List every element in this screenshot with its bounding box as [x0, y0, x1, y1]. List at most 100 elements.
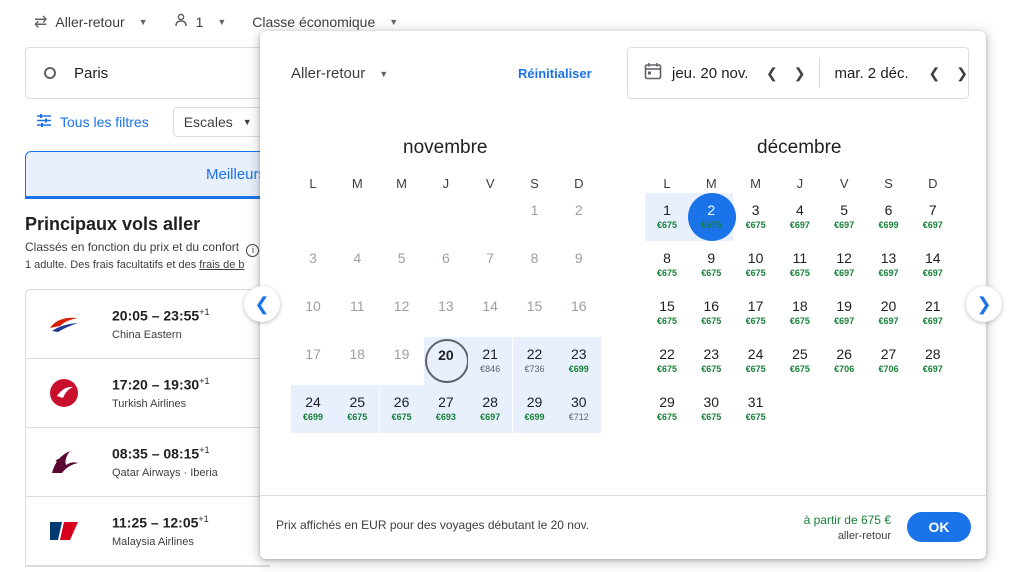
tab-best[interactable]: Meilleurs [25, 151, 285, 199]
calendar-day[interactable]: 9 [557, 241, 601, 289]
calendar-day[interactable]: 29 €675 [645, 385, 689, 433]
day-number: 4 [795, 202, 804, 218]
calendar-day[interactable]: 10 [291, 289, 335, 337]
calendar-day[interactable]: 7 [468, 241, 512, 289]
next-month-button[interactable]: ❯ [966, 286, 1002, 322]
calendar-day[interactable]: 13 [424, 289, 468, 337]
calendar-day[interactable]: 30 €675 [689, 385, 733, 433]
calendar-day[interactable]: 25 €675 [778, 337, 822, 385]
day-number: 15 [526, 298, 543, 314]
day-number: 12 [393, 298, 410, 314]
calendar-day[interactable]: 1 [513, 193, 557, 241]
calendar-day[interactable]: 8 [513, 241, 557, 289]
prev-month-button[interactable]: ❮ [244, 286, 280, 322]
calendar-day[interactable]: 27 €693 [423, 385, 468, 433]
calendar-day[interactable]: 13 €697 [867, 241, 911, 289]
calendar-day[interactable]: 17 €675 [734, 289, 778, 337]
ok-button[interactable]: OK [907, 512, 971, 542]
calendar-day[interactable]: 29 €699 [512, 385, 557, 433]
fees-link[interactable]: frais de b [199, 259, 244, 271]
day-price: €675 [701, 268, 722, 278]
calendar-day[interactable]: 31 €675 [734, 385, 778, 433]
day-price: €697 [922, 316, 943, 326]
trip-type-select[interactable]: ⇄ Aller-retour ▼ [34, 12, 148, 32]
calendar-day[interactable]: 28 €697 [911, 337, 955, 385]
origin-input[interactable]: Paris [25, 47, 275, 99]
departure-date-input[interactable]: jeu. 20 nov. [672, 65, 760, 82]
calendar-day[interactable]: 14 [468, 289, 512, 337]
calendar-day[interactable]: 17 [291, 337, 335, 385]
calendar-day[interactable]: 15 [513, 289, 557, 337]
calendar-day[interactable]: 1 €675 [645, 193, 689, 241]
dialog-trip-type-select[interactable]: Aller-retour ▼ [291, 65, 388, 82]
return-next-icon[interactable]: ❯ [956, 65, 968, 82]
calendar-day[interactable]: 15 €675 [645, 289, 689, 337]
cabin-class-select[interactable]: Classe économique ▼ [252, 14, 398, 30]
all-filters-button[interactable]: Tous les filtres [37, 114, 149, 130]
flight-row[interactable]: 20:05 – 23:55+1 China Eastern [26, 290, 270, 359]
calendar-day[interactable]: 10 €675 [734, 241, 778, 289]
calendar-day[interactable]: 27 €706 [867, 337, 911, 385]
calendar-day[interactable]: 26 €675 [379, 385, 424, 433]
reset-button[interactable]: Réinitialiser [518, 66, 592, 81]
day-price: €675 [656, 220, 678, 230]
calendar-day[interactable]: 21 €846 [468, 337, 513, 385]
calendar-day[interactable]: 16 €675 [689, 289, 733, 337]
departure-prev-icon[interactable]: ❮ [766, 65, 778, 82]
calendar-day[interactable]: 14 €697 [911, 241, 955, 289]
calendar-day[interactable]: 24 €699 [291, 385, 335, 433]
price-from: à partir de 675 € [803, 513, 891, 527]
day-price: €846 [480, 364, 501, 374]
day-number: 23 [703, 346, 720, 362]
calendar-day[interactable]: 11 [335, 289, 379, 337]
day-price: €675 [789, 364, 810, 374]
calendar-day[interactable]: 12 €697 [822, 241, 866, 289]
day-number: 16 [703, 298, 720, 314]
calendar-day[interactable]: 24 €675 [734, 337, 778, 385]
calendar-day[interactable]: 3 €675 [734, 193, 778, 241]
calendar-day[interactable]: 18 [335, 337, 379, 385]
calendar-day[interactable]: 3 [291, 241, 335, 289]
calendar-day[interactable]: 23 €699 [556, 337, 601, 385]
calendar-day[interactable]: 16 [557, 289, 601, 337]
info-icon[interactable]: i [246, 244, 260, 257]
calendar-day[interactable]: 28 €697 [468, 385, 513, 433]
calendar-day[interactable]: 6 €699 [867, 193, 911, 241]
calendar-day[interactable]: 2 [557, 193, 601, 241]
passengers-select[interactable]: 1 ▼ [174, 13, 226, 32]
calendar-day[interactable]: 11 €675 [778, 241, 822, 289]
day-price: €699 [568, 364, 589, 374]
weekday-label: J [796, 176, 804, 191]
calendar-day[interactable]: 20 [423, 337, 469, 385]
calendar-day[interactable]: 5 [380, 241, 424, 289]
calendar-day[interactable]: 26 €706 [822, 337, 866, 385]
calendar-day[interactable]: 20 €697 [867, 289, 911, 337]
stops-filter-button[interactable]: Escales ▼ [172, 107, 263, 137]
calendar-day[interactable]: 4 €697 [778, 193, 822, 241]
calendar-day[interactable]: 7 €697 [911, 193, 955, 241]
calendar-day[interactable]: 12 [380, 289, 424, 337]
return-prev-icon[interactable]: ❮ [928, 65, 940, 82]
calendar-day[interactable]: 8 €675 [645, 241, 689, 289]
day-number: 30 [571, 394, 587, 410]
calendar-day[interactable]: 4 [335, 241, 379, 289]
calendar-day[interactable]: 22 €736 [512, 337, 557, 385]
flight-row[interactable]: 08:35 – 08:15+1 Qatar Airways · Iberia [26, 428, 270, 497]
calendar-day[interactable]: 21 €697 [911, 289, 955, 337]
calendar-day[interactable]: 2 €675 [688, 193, 737, 241]
return-date-input[interactable]: mar. 2 déc. [834, 65, 922, 82]
calendar-day[interactable]: 25 €675 [335, 385, 380, 433]
calendar-day[interactable]: 19 €697 [822, 289, 866, 337]
calendar-day[interactable]: 19 [380, 337, 424, 385]
calendar-day[interactable]: 6 [424, 241, 468, 289]
calendar-day[interactable]: 23 €675 [689, 337, 733, 385]
departure-next-icon[interactable]: ❯ [794, 65, 806, 82]
day-number: 30 [703, 394, 720, 410]
calendar-day[interactable]: 5 €697 [822, 193, 866, 241]
flight-row[interactable]: 11:25 – 12:05+1 Malaysia Airlines [26, 497, 270, 566]
flight-row[interactable]: 17:20 – 19:30+1 Turkish Airlines [26, 359, 270, 428]
calendar-day[interactable]: 18 €675 [778, 289, 822, 337]
calendar-day[interactable]: 9 €675 [689, 241, 733, 289]
calendar-day[interactable]: 30 €712 [556, 385, 601, 433]
calendar-day[interactable]: 22 €675 [645, 337, 689, 385]
